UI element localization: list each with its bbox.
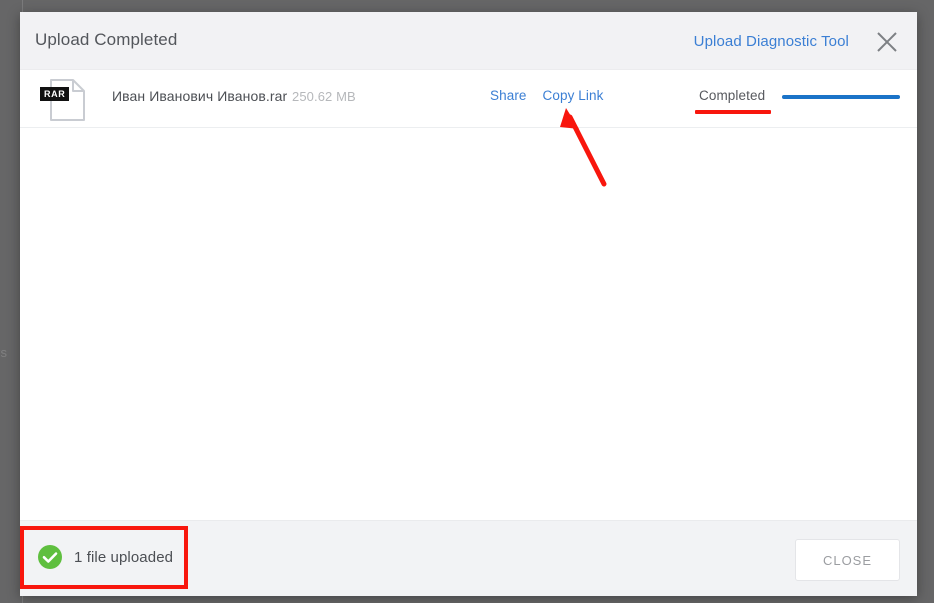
file-name: Иван Иванович Иванов.rar [112, 88, 288, 104]
page-title: Upload Completed [35, 30, 178, 49]
dialog-body: RAR Иван Иванович Иванов.rar 250.62 MB S… [20, 70, 917, 520]
close-button[interactable]: CLOSE [795, 539, 900, 581]
file-size: 250.62 MB [292, 89, 356, 104]
upload-status-label: Completed [699, 88, 766, 103]
share-link[interactable]: Share [490, 88, 527, 103]
file-extension-badge: RAR [40, 87, 70, 101]
file-row-actions: Share Copy Link [490, 88, 603, 103]
backdrop-ghost-text: rs [0, 345, 8, 360]
upload-file-row: RAR Иван Иванович Иванов.rar 250.62 MB S… [20, 70, 917, 128]
close-icon[interactable] [875, 30, 899, 54]
dialog-header: Upload Completed Upload Diagnostic Tool [20, 12, 917, 70]
dialog-footer: 1 file uploaded CLOSE [20, 520, 917, 596]
rar-file-icon: RAR [39, 76, 91, 124]
upload-diagnostic-tool-link[interactable]: Upload Diagnostic Tool [694, 33, 849, 50]
upload-completed-dialog: Upload Completed Upload Diagnostic Tool … [20, 12, 917, 596]
copy-link[interactable]: Copy Link [543, 88, 604, 103]
upload-progress-bar [782, 95, 900, 99]
upload-progress-fill [782, 95, 900, 99]
check-circle-icon [37, 544, 63, 570]
upload-summary: 1 file uploaded [37, 544, 173, 570]
screen: rs Upload Completed Upload Diagnostic To… [0, 0, 934, 603]
upload-summary-text: 1 file uploaded [74, 548, 174, 566]
